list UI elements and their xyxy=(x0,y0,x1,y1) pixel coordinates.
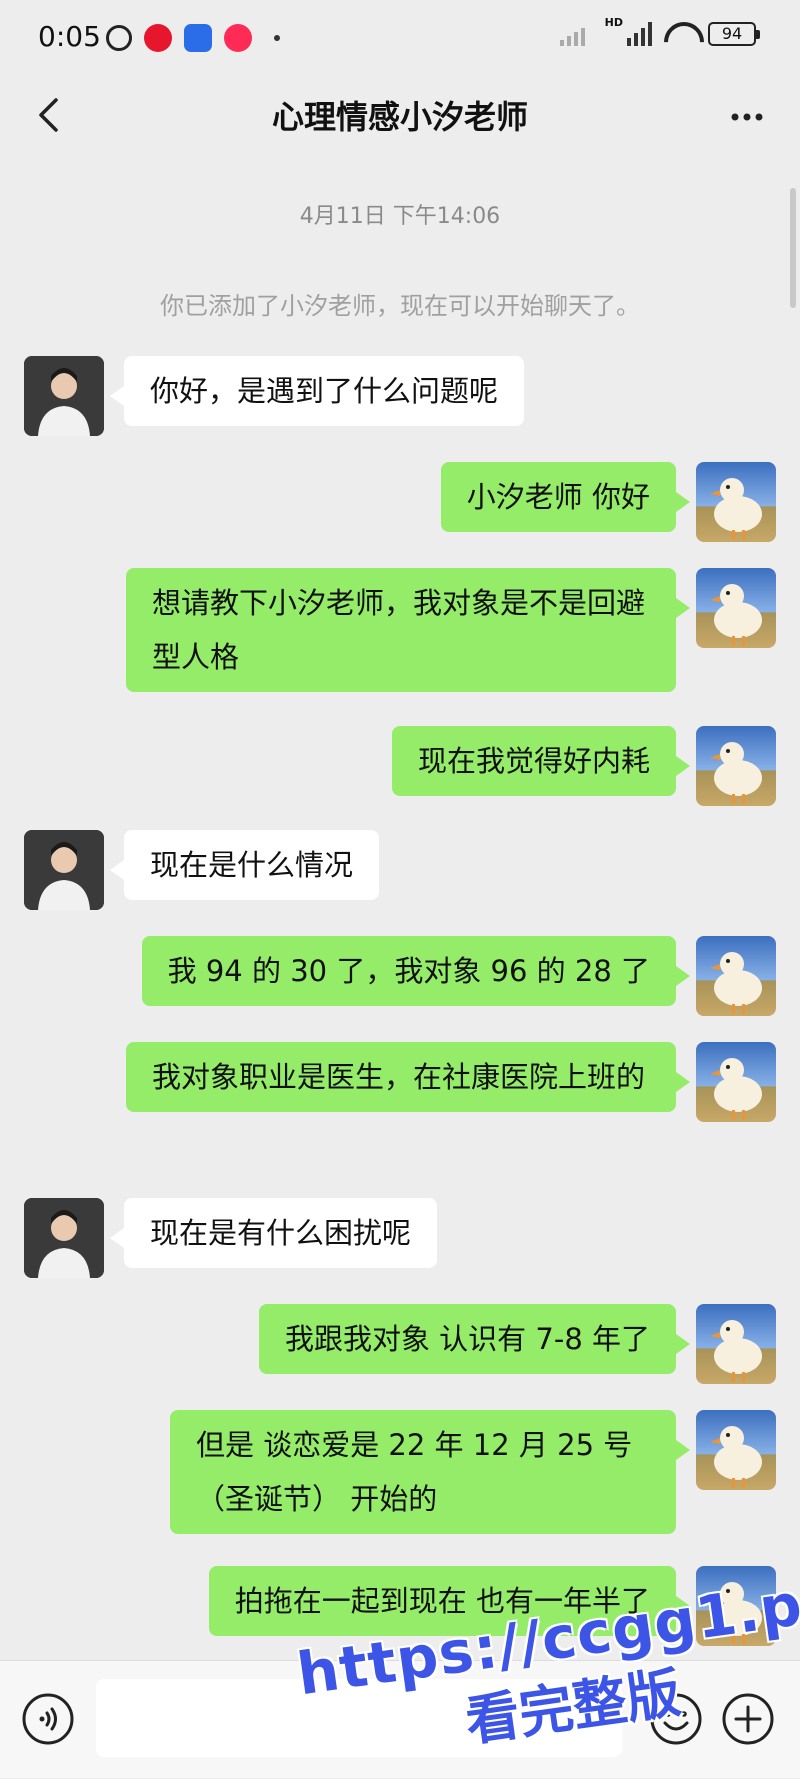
hd-label: HD xyxy=(604,15,623,29)
voice-button[interactable] xyxy=(20,1691,76,1747)
battery-icon: 94 xyxy=(708,22,760,46)
chat-header: 心理情感小汐老师 xyxy=(0,74,800,158)
video-app-icon xyxy=(224,24,252,52)
message-bubble-teacher[interactable]: 现在是有什么困扰呢 xyxy=(109,1198,438,1268)
duck-avatar-icon xyxy=(710,1582,762,1644)
message-list[interactable]: 4月11日 下午14:06 你已添加了小汐老师，现在可以开始聊天了。 你好，是遇… xyxy=(0,158,800,1660)
teacher-avatar[interactable] xyxy=(24,1198,104,1278)
chat-title: 心理情感小汐老师 xyxy=(271,98,528,136)
duck-avatar-icon xyxy=(710,1320,762,1382)
teacher-avatar[interactable] xyxy=(24,830,104,910)
message-bubble-me[interactable]: 我对象职业是医生，在社康医院上班的 xyxy=(126,1042,690,1112)
my-avatar[interactable] xyxy=(696,1410,776,1490)
system-message: 你已添加了小汐老师，现在可以开始聊天了。 xyxy=(160,292,640,320)
app-notification-icon xyxy=(184,24,212,52)
duck-avatar-icon xyxy=(710,1058,762,1120)
my-avatar[interactable] xyxy=(696,726,776,806)
message-bubble-teacher[interactable]: 你好，是遇到了什么问题呢 xyxy=(109,356,525,426)
my-avatar[interactable] xyxy=(696,936,776,1016)
my-avatar[interactable] xyxy=(696,1566,776,1646)
status-time: 0:05 xyxy=(38,20,101,53)
signal-2-icon xyxy=(627,22,652,46)
message-bubble-me[interactable]: 我 94 的 30 了，我对象 96 的 28 了 xyxy=(141,936,691,1006)
voice-icon xyxy=(22,1693,74,1745)
emoji-icon xyxy=(650,1693,702,1745)
duck-avatar-icon xyxy=(710,952,762,1014)
teacher-portrait-icon xyxy=(24,830,104,910)
my-avatar[interactable] xyxy=(696,1304,776,1384)
message-bubble-teacher[interactable]: 现在是什么情况 xyxy=(109,830,380,900)
duck-avatar-icon xyxy=(710,478,762,540)
notification-icons xyxy=(106,24,280,52)
message-bubble-me[interactable]: 小汐老师 你好 xyxy=(440,462,691,532)
my-avatar[interactable] xyxy=(696,462,776,542)
message-bubble-me[interactable]: 我跟我对象 认识有 7-8 年了 xyxy=(258,1304,691,1374)
my-avatar[interactable] xyxy=(696,568,776,648)
weibo-icon xyxy=(144,24,172,52)
more-button[interactable] xyxy=(722,92,772,142)
teacher-avatar[interactable] xyxy=(24,356,104,436)
teacher-portrait-icon xyxy=(24,356,104,436)
more-functions-button[interactable] xyxy=(720,1691,776,1747)
message-bubble-me[interactable]: 拍拖在一起到现在 也有一年半了 xyxy=(208,1566,691,1636)
message-bubble-me[interactable]: 但是 谈恋爱是 22 年 12 月 25 号（圣诞节） 开始的 xyxy=(170,1410,690,1534)
duck-avatar-icon xyxy=(710,584,762,646)
duck-avatar-icon xyxy=(710,1426,762,1488)
message-bubble-me[interactable]: 想请教下小汐老师，我对象是不是回避型人格 xyxy=(126,568,690,692)
more-notifications-dot-icon xyxy=(274,35,280,41)
battery-level: 94 xyxy=(721,24,743,43)
message-timestamp: 4月11日 下午14:06 xyxy=(299,204,501,229)
system-icons: HD 94 xyxy=(559,16,760,46)
plus-icon xyxy=(722,1693,774,1745)
status-bar: 0:05 HD 94 xyxy=(0,0,800,74)
input-bar xyxy=(0,1660,800,1778)
alarm-icon xyxy=(106,25,132,51)
message-input[interactable] xyxy=(96,1679,622,1757)
teacher-portrait-icon xyxy=(24,1198,104,1278)
signal-1-icon xyxy=(559,22,585,46)
wifi-icon xyxy=(664,22,696,46)
duck-avatar-icon xyxy=(710,742,762,804)
message-bubble-me[interactable]: 现在我觉得好内耗 xyxy=(391,726,691,796)
emoji-button[interactable] xyxy=(648,1691,704,1747)
more-icon xyxy=(731,113,763,121)
my-avatar[interactable] xyxy=(696,1042,776,1122)
